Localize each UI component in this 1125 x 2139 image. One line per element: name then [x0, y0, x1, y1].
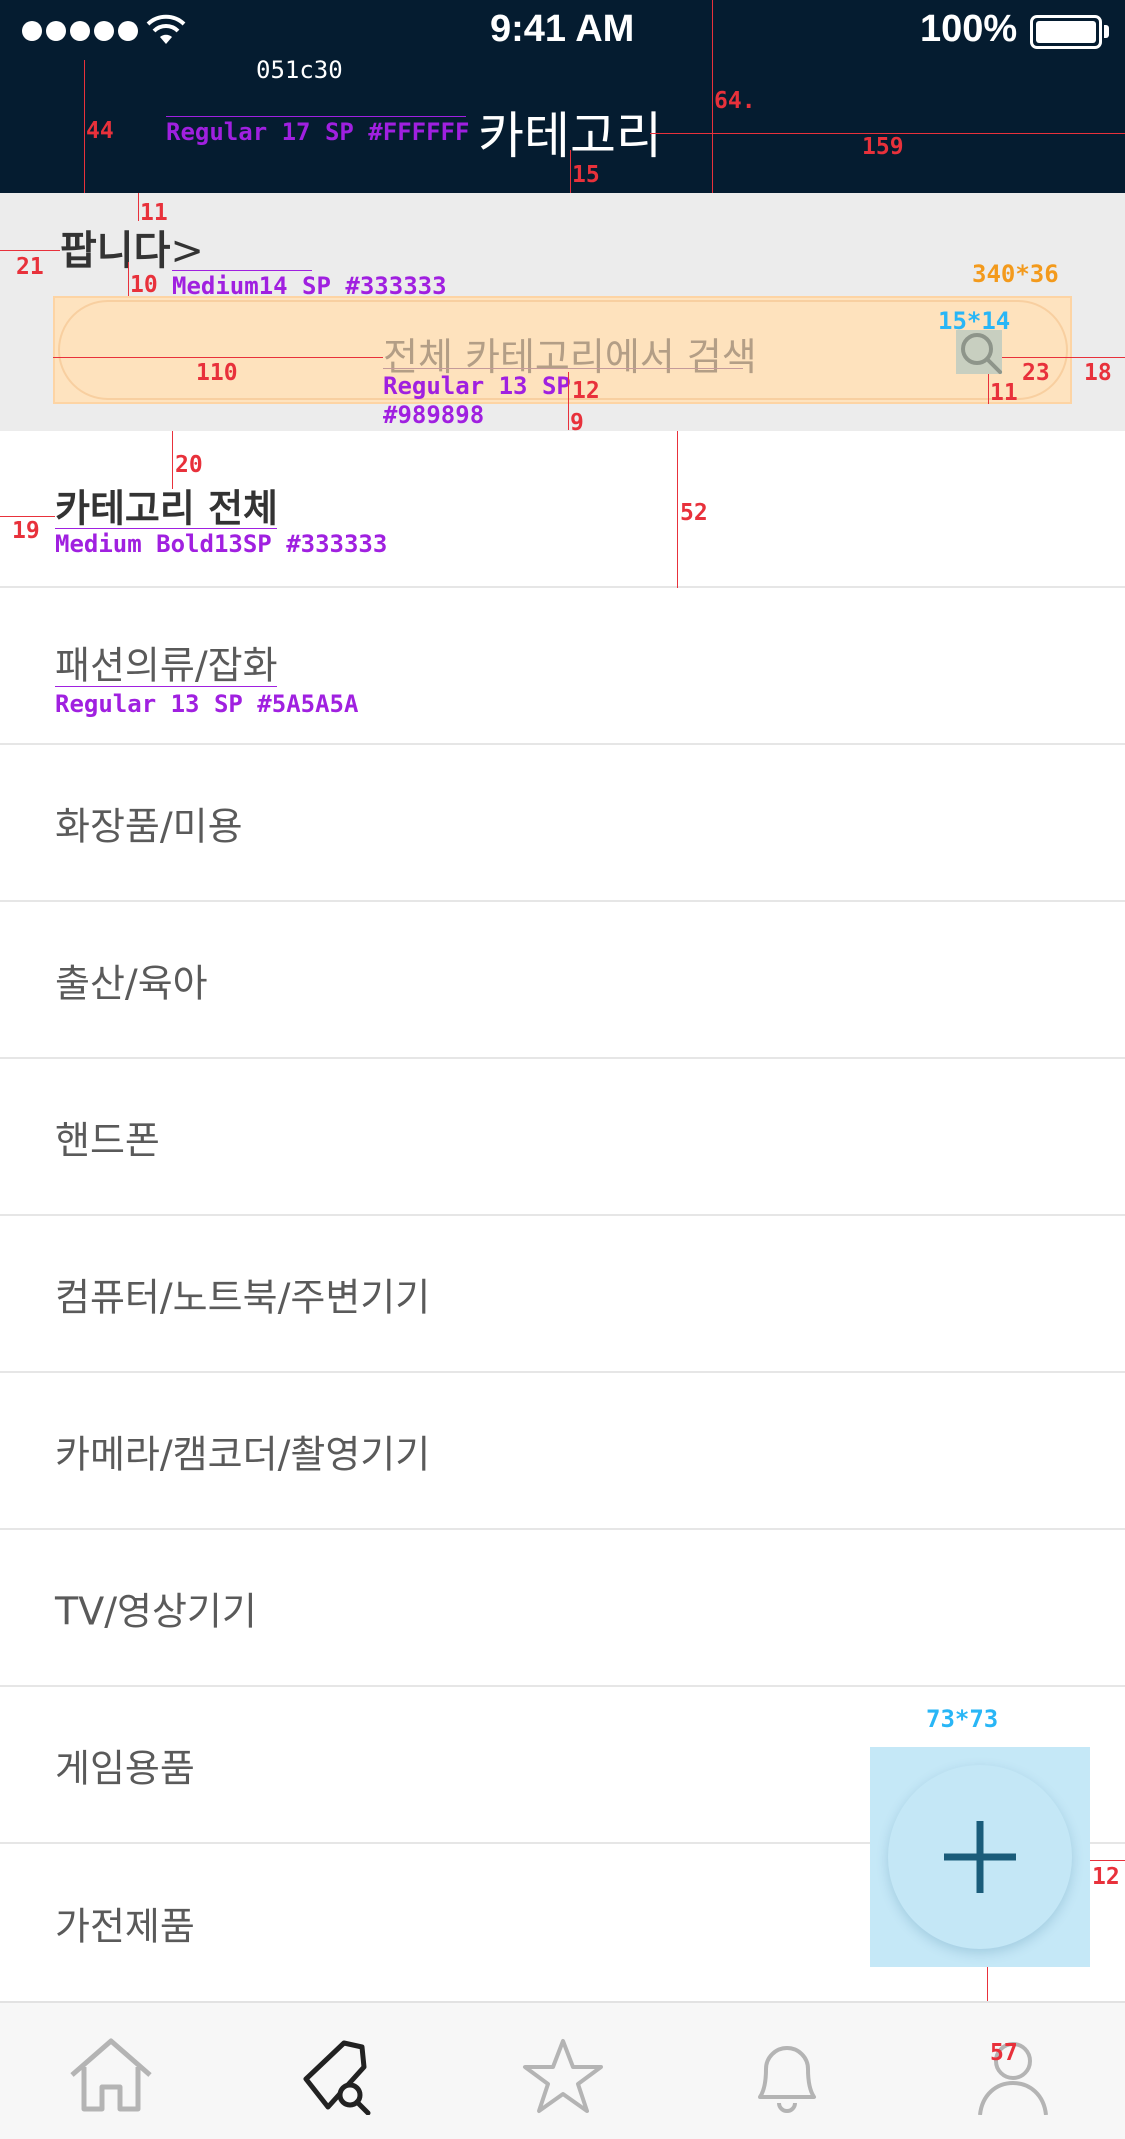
category-label: 카메라/캠코더/촬영기기	[55, 1432, 431, 1476]
category-all-label: 카테고리 전체	[55, 486, 278, 531]
signal-dot	[22, 21, 42, 41]
signal-dot	[46, 21, 66, 41]
bell-icon[interactable]	[742, 2035, 832, 2115]
dim-label: 10	[130, 272, 158, 298]
list-item[interactable]: 출산/육아	[0, 902, 1125, 1059]
status-time: 9:41 AM	[490, 8, 635, 50]
dim-line	[568, 372, 569, 430]
category-label: 컴퓨터/노트북/주변기기	[55, 1275, 431, 1319]
category-label: TV/영상기기	[55, 1589, 257, 1633]
dim-label: 44	[86, 118, 114, 144]
search-icon[interactable]	[956, 328, 1006, 378]
dim-label: 64.	[714, 88, 756, 114]
star-icon[interactable]	[518, 2035, 608, 2115]
dim-line	[988, 374, 989, 404]
dim-line	[128, 262, 129, 296]
size-spec-label: 340*36	[972, 260, 1059, 288]
font-spec-label: Regular 17 SP #FFFFFF	[166, 118, 470, 146]
dim-line	[712, 0, 713, 193]
category-label: 가전제품	[55, 1904, 195, 1948]
list-item[interactable]: 카메라/캠코더/촬영기기	[0, 1373, 1125, 1530]
dim-line	[0, 516, 55, 517]
battery-icon	[1030, 15, 1102, 49]
dim-label: 11	[140, 200, 168, 226]
add-button[interactable]	[888, 1765, 1072, 1949]
font-spec-label: #989898	[383, 401, 485, 429]
dim-label: 12	[572, 378, 600, 404]
dim-label: 19	[12, 518, 40, 544]
dim-label: 57	[990, 2040, 1018, 2066]
dim-label: 11	[990, 380, 1018, 406]
wifi-icon	[146, 14, 186, 44]
dim-line	[172, 431, 173, 489]
navigation-bar: 9:41 AM 100% 051c30 카테고리	[0, 0, 1125, 193]
seller-title[interactable]: 팝니다>	[60, 218, 204, 276]
tag-search-icon[interactable]	[292, 2035, 382, 2115]
battery-tip	[1104, 25, 1109, 38]
list-item[interactable]: 패션의류/잡화	[0, 588, 1125, 745]
dim-label: 159	[862, 134, 904, 160]
spec-underline	[55, 686, 277, 687]
category-label: 패션의류/잡화	[55, 643, 278, 688]
dim-line	[84, 60, 85, 193]
list-item[interactable]: TV/영상기기	[0, 1530, 1125, 1687]
list-item-all[interactable]: 카테고리 전체	[0, 431, 1125, 588]
dim-line	[138, 193, 139, 221]
dim-line	[1090, 1860, 1125, 1861]
spec-underline	[166, 116, 466, 117]
chevron-right-icon: >	[170, 228, 204, 274]
dim-label: 20	[175, 452, 203, 478]
dim-line	[1002, 357, 1125, 358]
battery-percent: 100%	[920, 8, 1018, 50]
font-spec-label: Regular 13 SP #5A5A5A	[55, 690, 359, 718]
category-label: 핸드폰	[55, 1118, 160, 1162]
spec-underline	[172, 270, 312, 271]
dim-line	[0, 250, 60, 251]
list-item[interactable]: 핸드폰	[0, 1059, 1125, 1216]
spec-underline	[383, 368, 743, 369]
signal-dot	[118, 21, 138, 41]
category-label: 화장품/미용	[55, 804, 243, 848]
font-spec-label: Regular 13 SP	[383, 372, 571, 400]
category-label: 게임용품	[55, 1746, 195, 1790]
signal-dot	[70, 21, 90, 41]
spec-underline	[55, 528, 277, 529]
dim-line	[677, 431, 678, 588]
font-spec-label: Medium Bold13SP #333333	[55, 530, 388, 558]
list-item[interactable]: 화장품/미용	[0, 745, 1125, 902]
dim-label: 110	[196, 360, 238, 386]
dim-line	[570, 150, 571, 193]
seller-title-text: 팝니다	[60, 228, 171, 274]
dim-label: 18	[1084, 360, 1112, 386]
dim-label: 23	[1022, 360, 1050, 386]
home-icon[interactable]	[66, 2035, 156, 2115]
dim-label: 21	[16, 254, 44, 280]
dim-label: 52	[680, 500, 708, 526]
list-item[interactable]: 컴퓨터/노트북/주변기기	[0, 1216, 1125, 1373]
dim-label: 12	[1092, 1864, 1120, 1890]
signal-dot	[94, 21, 114, 41]
spec-color-label: 051c30	[256, 56, 343, 84]
plus-icon	[944, 1821, 1016, 1893]
dim-line	[53, 357, 383, 358]
size-spec-label: 73*73	[926, 1705, 999, 1733]
dim-label: 15	[572, 162, 600, 188]
category-label: 출산/육아	[55, 961, 208, 1005]
